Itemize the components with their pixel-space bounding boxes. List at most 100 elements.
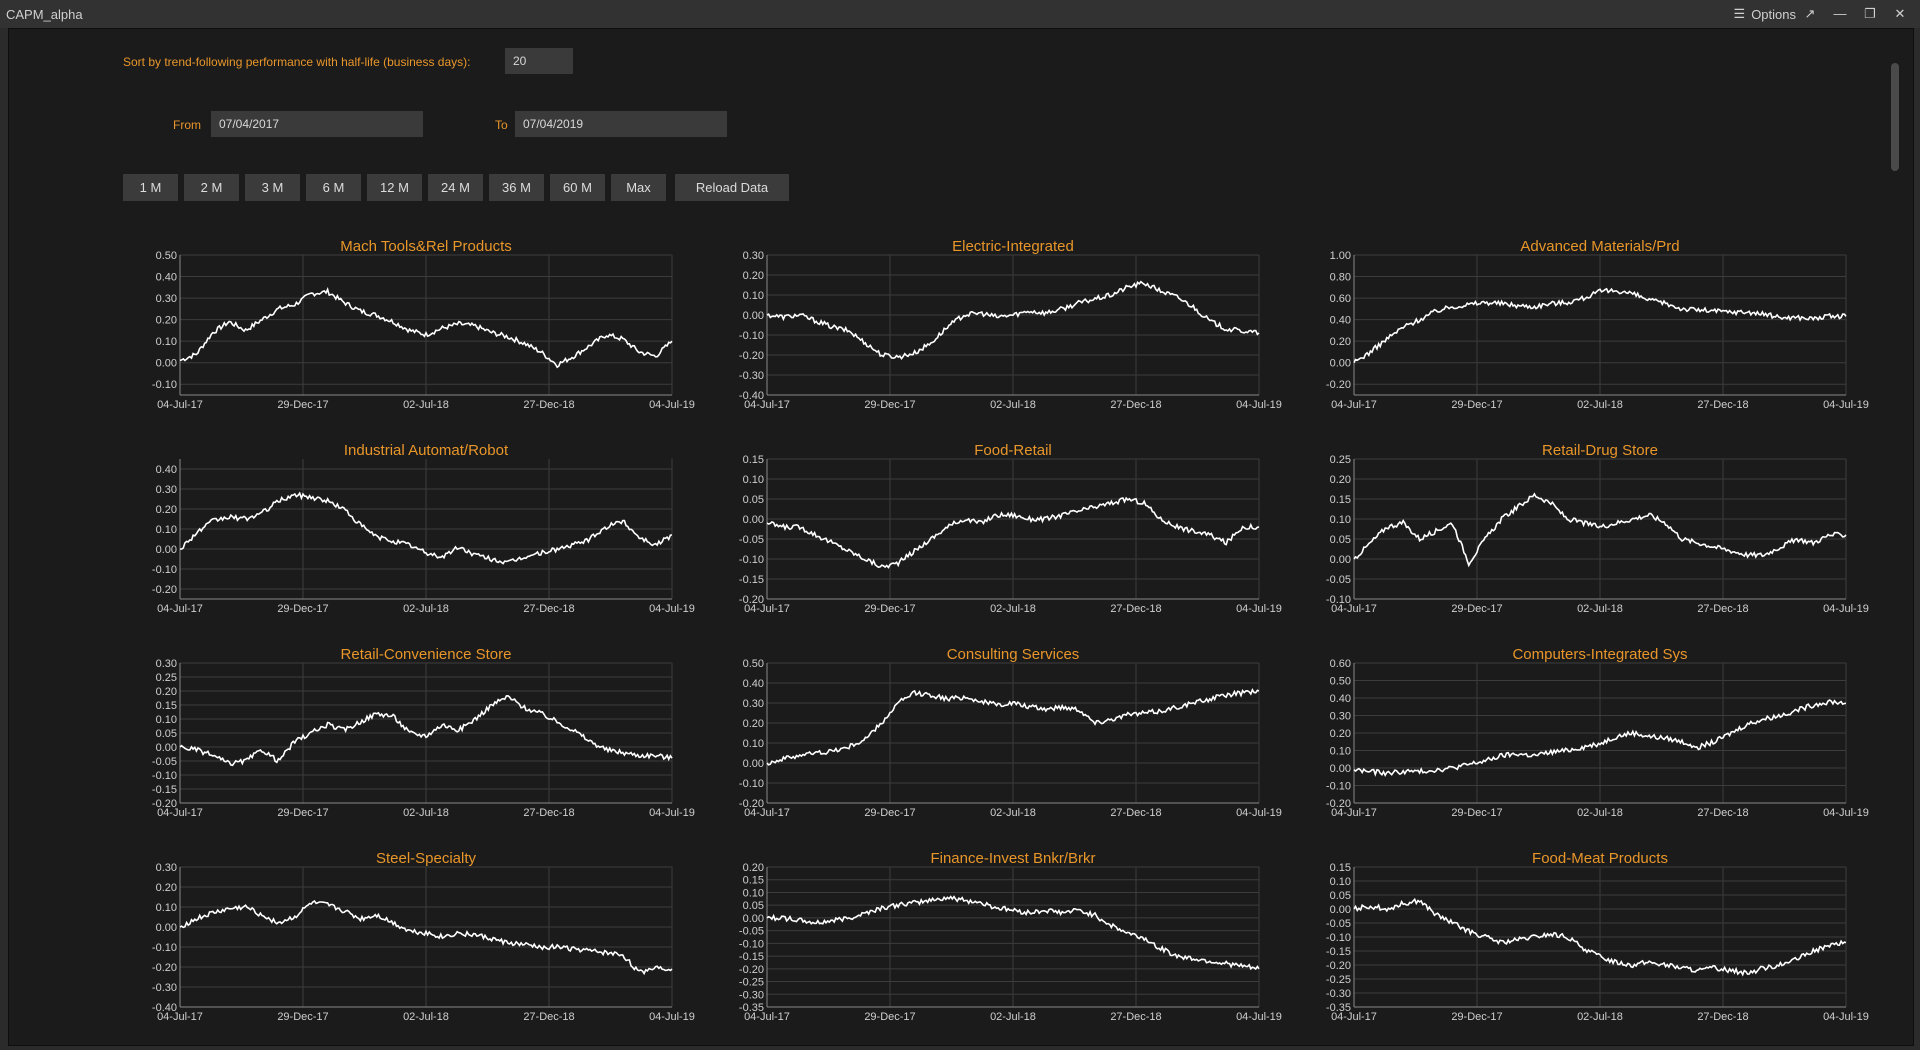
y-tick-label: 0.20 xyxy=(743,718,764,730)
y-tick-label: -0.25 xyxy=(1326,974,1351,986)
period-36m-button[interactable]: 36 M xyxy=(489,174,544,201)
y-tick-label: 0.10 xyxy=(743,290,764,302)
y-tick-label: 0.40 xyxy=(156,272,177,284)
chart-12: Food-Meat Products 0.15 0.10 0.05 0.00 -0.05 -… xyxy=(1326,850,1869,1023)
y-tick-label: -0.30 xyxy=(1326,988,1351,1000)
x-tick-label: 02-Jul-18 xyxy=(403,399,449,411)
y-tick-label: 1.00 xyxy=(1330,250,1351,262)
x-tick-label: 04-Jul-17 xyxy=(1331,1011,1377,1023)
x-tick-label: 04-Jul-19 xyxy=(1823,603,1869,615)
from-date-input[interactable]: 07/04/2017 xyxy=(211,111,423,137)
chart-title: Industrial Automat/Robot xyxy=(344,442,509,459)
y-tick-label: -0.10 xyxy=(739,330,764,342)
popout-icon[interactable]: ↗ xyxy=(1796,3,1824,25)
from-label: From xyxy=(173,118,201,132)
y-tick-label: -0.10 xyxy=(1326,781,1351,793)
y-tick-label: -0.05 xyxy=(152,756,177,768)
y-tick-label: 0.30 xyxy=(156,484,177,496)
x-tick-label: 04-Jul-17 xyxy=(157,1011,203,1023)
y-tick-label: 0.20 xyxy=(743,862,764,874)
x-tick-label: 27-Dec-18 xyxy=(523,807,574,819)
x-tick-label: 27-Dec-18 xyxy=(1697,399,1748,411)
x-tick-label: 27-Dec-18 xyxy=(1110,399,1161,411)
chart-title: Computers-Integrated Sys xyxy=(1512,646,1687,663)
x-tick-label: 29-Dec-17 xyxy=(277,603,328,615)
period-2m-button[interactable]: 2 M xyxy=(184,174,239,201)
half-life-input[interactable]: 20 xyxy=(505,48,573,74)
restore-icon[interactable]: ❐ xyxy=(1856,3,1884,25)
y-tick-label: 0.80 xyxy=(1330,272,1351,284)
x-tick-label: 04-Jul-19 xyxy=(1236,807,1282,819)
chart-title: Consulting Services xyxy=(947,646,1080,663)
x-tick-label: 02-Jul-18 xyxy=(990,1011,1036,1023)
y-tick-label: 0.30 xyxy=(743,698,764,710)
y-tick-label: 0.15 xyxy=(743,875,764,887)
y-tick-label: 0.30 xyxy=(156,293,177,305)
period-6m-button[interactable]: 6 M xyxy=(306,174,361,201)
close-icon[interactable]: ✕ xyxy=(1886,3,1914,25)
period-3m-button[interactable]: 3 M xyxy=(245,174,300,201)
x-tick-label: 04-Jul-19 xyxy=(649,1011,695,1023)
x-tick-label: 04-Jul-19 xyxy=(1236,1011,1282,1023)
y-tick-label: -0.20 xyxy=(739,964,764,976)
y-tick-label: 0.10 xyxy=(1330,746,1351,758)
chart-3: Advanced Materials/Prd 1.00 0.80 0.60 0.40 0.… xyxy=(1326,238,1869,411)
chart-6: Retail-Drug Store 0.25 0.20 0.15 0.10 0.05 0.0… xyxy=(1326,442,1869,615)
period-12m-button[interactable]: 12 M xyxy=(367,174,422,201)
y-tick-label: 0.00 xyxy=(156,742,177,754)
x-tick-label: 29-Dec-17 xyxy=(1451,399,1502,411)
options-menu[interactable]: ☰ Options xyxy=(1734,6,1796,22)
y-tick-label: -0.10 xyxy=(152,564,177,576)
y-tick-label: 0.50 xyxy=(156,250,177,262)
x-tick-label: 29-Dec-17 xyxy=(1451,603,1502,615)
y-tick-label: -0.15 xyxy=(739,951,764,963)
x-tick-label: 04-Jul-19 xyxy=(649,807,695,819)
y-tick-label: -0.30 xyxy=(739,989,764,1001)
chart-title: Retail-Convenience Store xyxy=(341,646,512,663)
y-tick-label: 0.10 xyxy=(743,738,764,750)
period-max-button[interactable]: Max xyxy=(611,174,666,201)
y-tick-label: 0.40 xyxy=(743,678,764,690)
y-tick-label: -0.20 xyxy=(1326,960,1351,972)
y-tick-label: -0.05 xyxy=(1326,574,1351,586)
x-tick-label: 04-Jul-19 xyxy=(1236,603,1282,615)
vertical-scrollbar[interactable] xyxy=(1891,63,1899,171)
y-tick-label: 0.20 xyxy=(1330,474,1351,486)
main-panel: Sort by trend-following performance with… xyxy=(8,28,1914,1046)
x-tick-label: 04-Jul-17 xyxy=(744,603,790,615)
x-tick-label: 27-Dec-18 xyxy=(1110,603,1161,615)
to-date-input[interactable]: 07/04/2019 xyxy=(515,111,727,137)
x-tick-label: 04-Jul-19 xyxy=(1823,399,1869,411)
y-tick-label: 0.10 xyxy=(743,474,764,486)
y-tick-label: 0.10 xyxy=(1330,514,1351,526)
x-tick-label: 04-Jul-17 xyxy=(157,603,203,615)
y-tick-label: 0.00 xyxy=(156,922,177,934)
x-tick-label: 02-Jul-18 xyxy=(1577,1011,1623,1023)
y-tick-label: 0.30 xyxy=(156,862,177,874)
chart-title: Food-Meat Products xyxy=(1532,850,1668,867)
x-tick-label: 27-Dec-18 xyxy=(523,399,574,411)
y-tick-label: 0.05 xyxy=(743,900,764,912)
x-tick-label: 02-Jul-18 xyxy=(403,603,449,615)
chart-title: Advanced Materials/Prd xyxy=(1520,238,1679,255)
y-tick-label: -0.15 xyxy=(152,784,177,796)
y-tick-label: 0.25 xyxy=(1330,454,1351,466)
period-24m-button[interactable]: 24 M xyxy=(428,174,483,201)
y-tick-label: -0.30 xyxy=(739,370,764,382)
reload-data-button[interactable]: Reload Data xyxy=(675,174,789,201)
chart-title: Electric-Integrated xyxy=(952,238,1074,255)
period-60m-button[interactable]: 60 M xyxy=(550,174,605,201)
y-tick-label: 0.00 xyxy=(1330,358,1351,370)
y-tick-label: 0.10 xyxy=(156,902,177,914)
y-tick-label: -0.10 xyxy=(152,379,177,391)
y-tick-label: 0.00 xyxy=(1330,904,1351,916)
y-tick-label: 0.40 xyxy=(156,464,177,476)
y-tick-label: -0.10 xyxy=(152,942,177,954)
y-tick-label: 0.10 xyxy=(156,524,177,536)
x-tick-label: 29-Dec-17 xyxy=(864,399,915,411)
hamburger-icon: ☰ xyxy=(1733,6,1746,21)
chart-title: Food-Retail xyxy=(974,442,1052,459)
period-1m-button[interactable]: 1 M xyxy=(123,174,178,201)
minimize-icon[interactable]: — xyxy=(1826,3,1854,25)
y-tick-label: 0.20 xyxy=(156,315,177,327)
